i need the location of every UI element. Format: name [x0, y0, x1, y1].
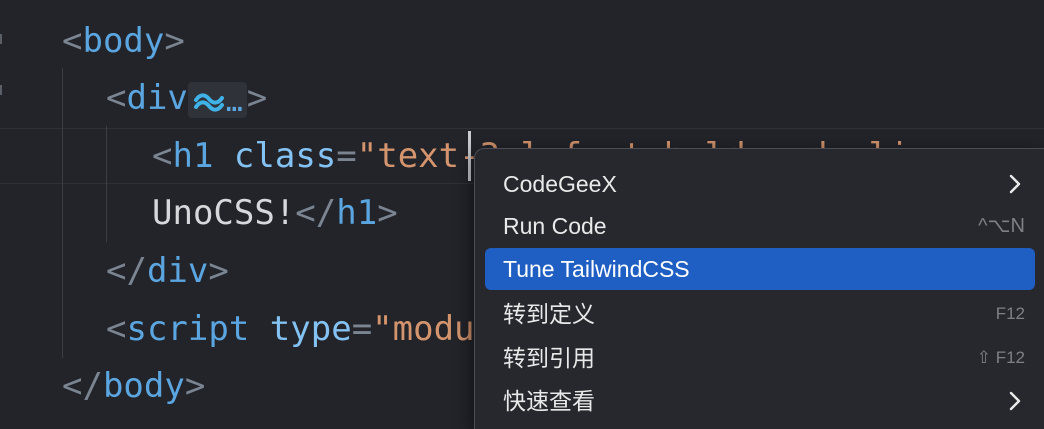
token-bracket: </ [62, 366, 103, 406]
fold-ellipsis: … [225, 84, 243, 118]
code-line-6[interactable]: <script type="module [106, 300, 515, 358]
code-line-1[interactable]: <body> [62, 12, 185, 70]
token-text: UnoCSS! [152, 193, 296, 233]
chevron-right-icon [1009, 391, 1021, 411]
indent-guide [62, 68, 63, 358]
token-bracket: > [246, 78, 268, 118]
token-bracket: < [106, 309, 127, 349]
shortcut-label: F12 [995, 304, 1025, 323]
shortcut-label: ⇧ F12 [976, 348, 1025, 367]
menu-item-peek[interactable]: 快速查看 [485, 380, 1035, 422]
token-attribute: type [269, 309, 352, 349]
code-line-7[interactable]: </body> [62, 357, 205, 415]
token-bracket: < [152, 136, 173, 176]
menu-item-go-to-definition[interactable]: 转到定义 F12 [485, 293, 1035, 335]
token-tag: body [82, 21, 165, 61]
code-line-4[interactable]: UnoCSS!</h1> [152, 184, 398, 242]
token-equals: = [351, 309, 373, 349]
menu-item-tune-tailwindcss[interactable]: Tune TailwindCSS [485, 248, 1035, 290]
token-tag: script [126, 309, 250, 349]
token-bracket: > [208, 251, 229, 291]
chevron-right-icon [1009, 174, 1021, 194]
token-tag: body [102, 366, 185, 406]
menu-item-label: 转到引用 [503, 345, 595, 371]
token-tag: h1 [172, 136, 214, 176]
menu-item-label: 快速查看 [503, 388, 595, 414]
shortcut-label: ^⌥N [978, 215, 1025, 237]
token-tag: div [126, 78, 188, 118]
token-attribute: class [233, 136, 337, 176]
context-menu: CodeGeeX Run Code ^⌥N Tune TailwindCSS 转… [474, 148, 1044, 429]
gutter-marker [0, 85, 2, 95]
menu-item-codegeex[interactable]: CodeGeeX [485, 163, 1035, 205]
token-bracket: </ [106, 251, 147, 291]
menu-item-label: 转到定义 [503, 301, 595, 327]
indent-guide [106, 126, 107, 242]
folded-class-chip[interactable]: … [187, 81, 247, 118]
token-bracket: < [106, 78, 127, 118]
menu-item-label: Run Code [503, 213, 607, 239]
code-line-5[interactable]: </div> [106, 242, 229, 300]
tailwind-icon [193, 93, 224, 112]
token-bracket: </ [295, 193, 337, 233]
token-bracket: > [184, 366, 206, 406]
token-bracket: < [62, 21, 83, 61]
gutter-marker [0, 34, 2, 44]
menu-item-label: Tune TailwindCSS [503, 256, 690, 282]
token-tag: div [146, 251, 209, 291]
menu-item-label: CodeGeeX [503, 171, 617, 197]
token-bracket: > [164, 21, 185, 61]
menu-item-run-code[interactable]: Run Code ^⌥N [485, 205, 1035, 247]
token-tag: h1 [336, 193, 378, 233]
token-bracket: > [377, 193, 398, 233]
token-equals: = [336, 136, 357, 176]
text-cursor [468, 131, 471, 181]
code-line-2[interactable]: <div … > [106, 69, 267, 127]
menu-item-go-to-references[interactable]: 转到引用 ⇧ F12 [485, 337, 1035, 379]
